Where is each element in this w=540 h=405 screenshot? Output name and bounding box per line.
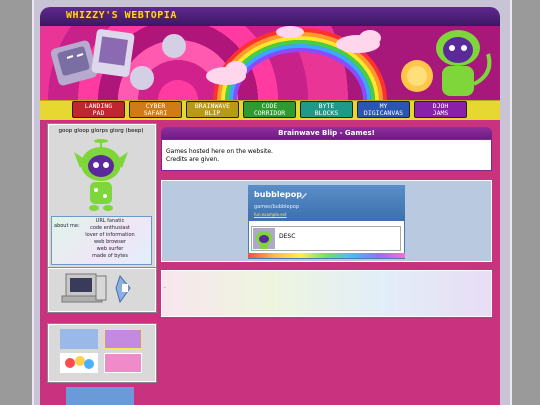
content-text: . <box>164 283 166 290</box>
nav-cyber-safari[interactable]: CYBER SAFARI <box>129 101 182 118</box>
intro-box: Games hosted here on the website. Credit… <box>161 139 492 171</box>
alien-thumbnail-icon <box>253 228 275 249</box>
rainbow-strip <box>248 253 405 258</box>
sticker-image <box>66 387 134 405</box>
nav-my-digicanvas[interactable]: MY DIGICANVAS <box>357 101 410 118</box>
site-title: WHIZZY'S WEBTOPIA <box>66 10 177 21</box>
sticker-image <box>60 329 98 349</box>
alien-avatar-icon <box>74 139 128 211</box>
computer-icon <box>61 273 131 304</box>
about-line: web browser <box>94 239 126 245</box>
page-title: Brainwave Blip - Games! <box>161 127 492 139</box>
about-line: URL fanatic <box>95 218 125 224</box>
sticker-image <box>104 329 142 349</box>
gold-balloon-icon <box>401 60 433 92</box>
about-line: made of bytes <box>92 253 128 259</box>
sticker-image <box>60 353 98 373</box>
game-path: games/bubblepop <box>254 204 300 210</box>
header-banner <box>40 26 500 100</box>
profile-greeting: goop gloop glorps glorg (beep) <box>58 128 144 134</box>
game-link[interactable]: fun.example.ext <box>254 212 287 217</box>
banner-art <box>50 26 492 100</box>
pencil-icon[interactable] <box>300 191 308 199</box>
nav-byte-blocks[interactable]: BYTE BLOCKS <box>300 101 353 118</box>
robot-mascot-icon <box>50 29 186 90</box>
about-line: code enthusiast <box>90 225 130 231</box>
alien-mascot-icon <box>436 30 492 96</box>
about-me-label: about me: <box>54 223 80 229</box>
content-box <box>161 270 492 317</box>
nav-landing-pad[interactable]: LANDING PAD <box>72 101 125 118</box>
nav-djoh-jams[interactable]: DJOH JAMS <box>414 101 467 118</box>
nav-brainwave-blip[interactable]: BRAINWAVE BLIP <box>186 101 239 118</box>
nav-code-corridor[interactable]: CODE CORRIDOR <box>243 101 296 118</box>
about-line: web surfer <box>96 246 124 252</box>
sticker-image <box>104 353 142 373</box>
intro-line: Credits are given. <box>166 156 220 163</box>
about-line: lover of information <box>85 232 135 238</box>
game-title[interactable]: bubblepop <box>254 190 302 199</box>
intro-line: Games hosted here on the website. <box>166 148 273 155</box>
game-description: DESC <box>279 233 296 240</box>
